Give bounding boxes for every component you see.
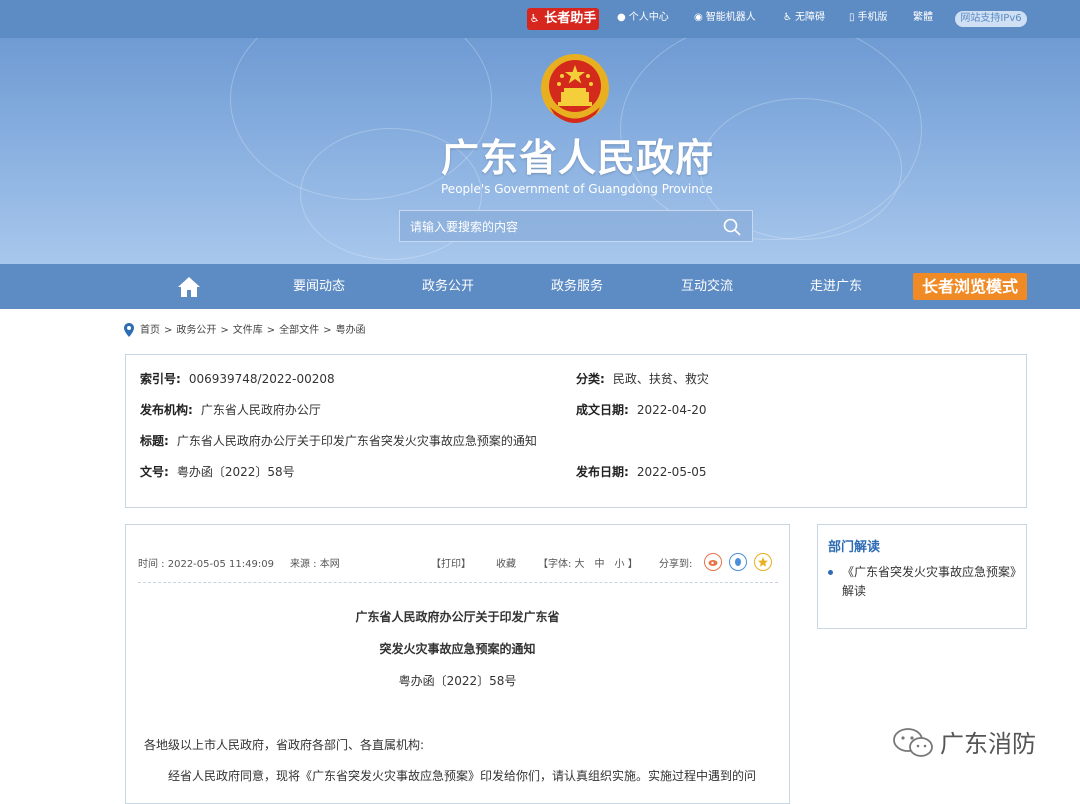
nav-item-services[interactable]: 政务服务 bbox=[536, 264, 618, 309]
personal-center-link[interactable]: ● 个人中心 bbox=[617, 11, 669, 25]
document-salutation: 各地级以上市人民政府，省政府各部门、各直属机构: bbox=[144, 738, 425, 752]
document-title-line1: 广东省人民政府办公厅关于印发广东省 bbox=[355, 610, 560, 624]
national-emblem-icon bbox=[541, 54, 609, 123]
location-pin-icon bbox=[124, 323, 134, 337]
mobile-link[interactable]: ▯ 手机版 bbox=[849, 11, 888, 25]
qq-share-icon[interactable] bbox=[729, 553, 747, 571]
breadcrumb-file-library[interactable]: 文件库 bbox=[233, 325, 263, 336]
elder-icon: ♿ bbox=[529, 12, 540, 25]
qq-icon bbox=[735, 558, 741, 566]
star-icon bbox=[758, 557, 768, 567]
elder-helper-button[interactable]: ♿ 长者助手 bbox=[527, 8, 599, 30]
share-label: 分享到: bbox=[659, 559, 693, 570]
document-title-line2: 突发火灾事故应急预案的通知 bbox=[379, 642, 536, 656]
traditional-chinese-link[interactable]: 繁體 bbox=[913, 11, 933, 25]
meta-pub-date: 发布日期: 2022-05-05 bbox=[576, 465, 707, 479]
weibo-share-icon[interactable] bbox=[704, 553, 722, 571]
sidebar-heading: 部门解读 bbox=[828, 540, 881, 555]
user-icon: ● bbox=[617, 12, 626, 23]
breadcrumb-current[interactable]: 粤办函 bbox=[336, 325, 366, 336]
mobile-icon: ▯ bbox=[849, 12, 855, 23]
document-body-paragraph: 经省人民政府同意，现将《广东省突发火灾事故应急预案》印发给你们，请认真组织实施。… bbox=[168, 769, 757, 783]
search-input[interactable] bbox=[408, 217, 712, 237]
meta-title: 标题: 广东省人民政府办公厅关于印发广东省突发火灾事故应急预案的通知 bbox=[140, 434, 537, 448]
header-banner: 广东省人民政府 People's Government of Guangdong… bbox=[0, 38, 1080, 264]
article-source: 来源 : 本网 bbox=[290, 559, 340, 570]
ipv6-badge: 网站支持IPv6 bbox=[955, 11, 1027, 27]
main-nav: 要闻动态 政务公开 政务服务 互动交流 走进广东 长者浏览模式 bbox=[0, 264, 1080, 309]
meta-index: 索引号: 006939748/2022-00208 bbox=[140, 372, 335, 386]
document-meta-box: 索引号: 006939748/2022-00208 分类: 民政、扶贫、救灾 发布机… bbox=[125, 354, 1027, 508]
top-bar: ♿ 长者助手 ● 个人中心 ◉ 智能机器人 ♿ 无障碍 ▯ 手机版 繁體 网站支持IPv… bbox=[0, 0, 1080, 38]
wechat-icon bbox=[893, 728, 933, 757]
print-button[interactable]: 【打印】 bbox=[431, 558, 471, 572]
article-panel: 时间 : 2022-05-05 11:49:09 来源 : 本网 【打印】 收藏… bbox=[125, 524, 790, 804]
favorite-share-icon[interactable] bbox=[754, 553, 772, 571]
meta-doc-no: 文号: 粤办函〔2022〕58号 bbox=[140, 465, 295, 479]
watermark: 广东消防 bbox=[892, 725, 1036, 765]
accessibility-icon: ♿ bbox=[783, 12, 792, 23]
meta-category: 分类: 民政、扶贫、救灾 bbox=[576, 372, 709, 386]
favorite-button[interactable]: 收藏 bbox=[496, 558, 516, 572]
weibo-icon bbox=[708, 560, 718, 566]
accessibility-link[interactable]: ♿ 无障碍 bbox=[783, 11, 825, 25]
meta-written-date: 成文日期: 2022-04-20 bbox=[576, 403, 707, 417]
nav-item-news[interactable]: 要闻动态 bbox=[278, 264, 360, 309]
meta-org: 发布机构: 广东省人民政府办公厅 bbox=[140, 403, 321, 417]
site-title: 广东省人民政府 bbox=[441, 136, 715, 180]
search-box bbox=[399, 210, 753, 242]
home-icon[interactable] bbox=[177, 276, 201, 298]
sidebar-item-interpretation[interactable]: 《广东省突发火灾事故应急预案》解读 bbox=[842, 563, 1018, 601]
robot-link[interactable]: ◉ 智能机器人 bbox=[694, 11, 756, 25]
breadcrumb-gov-affairs[interactable]: 政务公开 bbox=[176, 325, 216, 336]
document-number: 粤办函〔2022〕58号 bbox=[398, 674, 517, 688]
site-subtitle: People's Government of Guangdong Provinc… bbox=[441, 182, 713, 196]
elder-helper-label: 长者助手 bbox=[544, 11, 597, 26]
breadcrumb: 首页 > 政务公开 > 文件库 > 全部文件 > 粤办函 bbox=[124, 323, 366, 339]
robot-icon: ◉ bbox=[694, 12, 703, 23]
bullet-icon bbox=[828, 570, 833, 575]
breadcrumb-home[interactable]: 首页 bbox=[140, 325, 160, 336]
department-interpretation-panel: 部门解读 《广东省突发火灾事故应急预案》解读 bbox=[817, 524, 1027, 629]
nav-item-gov-affairs[interactable]: 政务公开 bbox=[407, 264, 489, 309]
divider bbox=[138, 582, 778, 583]
elder-mode-button[interactable]: 长者浏览模式 bbox=[913, 273, 1027, 300]
nav-item-about[interactable]: 走进广东 bbox=[795, 264, 877, 309]
font-size-controls[interactable]: 【字体: 大 中 小 】 bbox=[538, 558, 638, 572]
watermark-text: 广东消防 bbox=[940, 730, 1036, 758]
article-time: 时间 : 2022-05-05 11:49:09 bbox=[138, 559, 274, 570]
breadcrumb-all-files[interactable]: 全部文件 bbox=[279, 325, 319, 336]
search-icon[interactable] bbox=[722, 217, 742, 237]
nav-item-interaction[interactable]: 互动交流 bbox=[666, 264, 748, 309]
